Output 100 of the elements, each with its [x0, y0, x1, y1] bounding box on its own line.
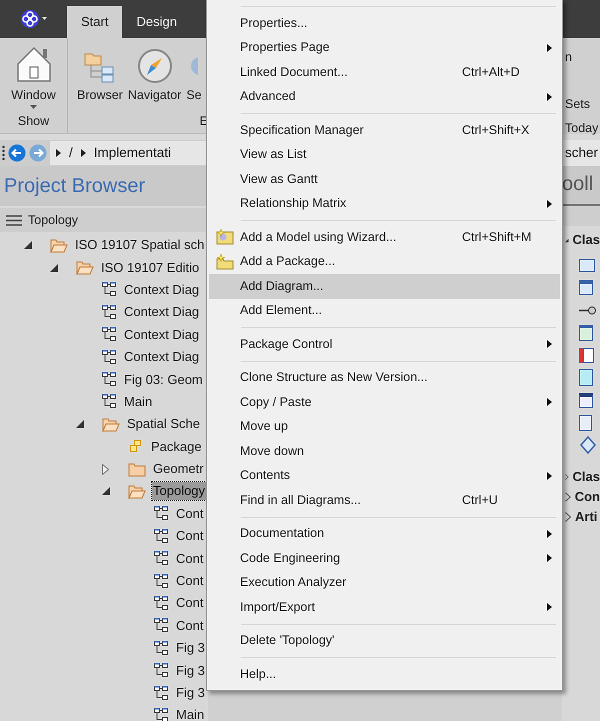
menu-item[interactable]: Move up [209, 414, 560, 439]
menu-item[interactable]: Add Element... [209, 298, 560, 323]
open-folder-icon [102, 416, 120, 432]
ribbon-tab[interactable]: Start [67, 6, 122, 38]
tree-item[interactable]: Cont [175, 616, 204, 635]
tree-item[interactable]: Cont [175, 572, 204, 590]
menu-item[interactable]: Add a Model using Wizard... Ctrl+Shift+M [209, 225, 560, 250]
class-tool-icon[interactable] [579, 280, 593, 296]
tree-item[interactable]: Topology [152, 482, 206, 500]
menu-item[interactable]: Delete 'Topology' [209, 628, 560, 653]
toolbox-section-header[interactable]: Clas [572, 466, 600, 486]
ribbon-button[interactable]: Browser [76, 42, 124, 112]
menu-item[interactable]: Specification Manager Ctrl+Shift+X [209, 118, 560, 142]
diagram-icon [154, 640, 169, 656]
tree-item[interactable]: Cont [175, 550, 204, 568]
menu-item[interactable]: Add Diagram... [209, 274, 560, 298]
breadcrumb-arrow-icon[interactable] [80, 149, 86, 157]
diagram-icon [154, 574, 169, 589]
tree-item[interactable]: Cont [175, 527, 204, 546]
menu-item[interactable]: Documentation [209, 522, 560, 546]
tree-item[interactable]: Fig 3 [175, 662, 206, 680]
toolbox-section-header[interactable]: Clas [572, 230, 600, 250]
diagram-icon [102, 372, 117, 388]
menu-item[interactable]: View as List [209, 142, 560, 167]
package-icon [128, 439, 144, 454]
submenu-arrow-icon [547, 44, 552, 52]
menu-icon[interactable] [6, 214, 22, 226]
compass-icon [136, 48, 173, 84]
tree-item[interactable]: ISO 19107 Editio [100, 258, 200, 277]
breadcrumb-item[interactable]: scher [565, 142, 598, 164]
submenu-arrow-icon [547, 398, 552, 406]
tree-item[interactable]: Context Diag [123, 348, 200, 366]
browser-header-label: Topology [28, 212, 78, 229]
breadcrumb-item[interactable]: / [69, 142, 73, 164]
ribbon-tab[interactable]: Design [122, 6, 191, 38]
tree-item[interactable]: Context Diag [123, 326, 200, 344]
tree-item[interactable]: Geometr [152, 460, 205, 478]
expand-arrow-icon[interactable] [102, 464, 109, 475]
class-tool-icon[interactable] [579, 369, 593, 386]
tree-item[interactable]: Cont [175, 594, 204, 612]
folder-tool-icon[interactable] [579, 258, 595, 272]
diamond-tool-icon[interactable] [579, 436, 597, 454]
tree-item[interactable]: Package [150, 438, 203, 456]
diagram-icon [102, 304, 117, 320]
enumeration-tool-icon[interactable] [579, 348, 594, 363]
table-tool-icon[interactable] [579, 324, 593, 341]
tree-item[interactable]: Spatial Sche [126, 415, 201, 434]
toolbox-section-header[interactable]: Arti [575, 506, 598, 526]
menu-item[interactable]: Package Control [209, 332, 560, 356]
collapse-arrow-icon[interactable] [102, 487, 110, 496]
interface-tool-icon[interactable] [579, 306, 596, 315]
menu-item[interactable]: Properties... [209, 11, 560, 36]
menu-item[interactable]: Contents [209, 464, 560, 488]
submenu-arrow-icon [547, 530, 552, 538]
toolbox-section-header[interactable]: Con [574, 486, 600, 506]
tree-item[interactable]: Context Diag [123, 303, 200, 322]
ribbon-button[interactable]: Window [10, 42, 57, 112]
menu-item[interactable]: Import/Export [209, 595, 560, 620]
breadcrumb-item[interactable]: Implementati [94, 142, 172, 164]
menu-item[interactable]: Execution Analyzer [209, 570, 560, 595]
breadcrumb-arrow-icon[interactable] [56, 149, 61, 157]
menu-item[interactable]: Find in all Diagrams... Ctrl+U [209, 488, 560, 512]
form-tool-icon[interactable] [579, 392, 593, 408]
tree-item[interactable]: ISO 19107 Spatial sch [74, 236, 206, 254]
app-logo-icon[interactable] [20, 8, 48, 30]
back-button-icon[interactable] [8, 144, 26, 162]
ribbon-button[interactable]: Se [185, 42, 203, 112]
tree-item[interactable]: Cont [175, 504, 204, 523]
menu-item[interactable]: Help... [209, 662, 560, 686]
menu-item[interactable]: Advanced [209, 84, 560, 109]
collapse-arrow-icon[interactable] [24, 241, 32, 250]
tree-item[interactable]: Fig 03: Geom [123, 370, 204, 389]
panel-title: Project Browser [4, 174, 146, 199]
menu-item[interactable]: Move down [209, 439, 560, 464]
wizard-folder-icon [216, 229, 234, 246]
tree-item[interactable]: Context Diag [123, 280, 200, 299]
menu-item[interactable]: Clone Structure as New Version... [209, 366, 560, 390]
signal-tool-icon[interactable] [579, 414, 592, 431]
collapse-arrow-icon[interactable] [50, 264, 58, 272]
collapse-arrow-icon[interactable] [76, 420, 84, 428]
menu-item[interactable]: Add a Package... [209, 250, 560, 274]
menu-item[interactable]: Code Engineering [209, 546, 560, 570]
diagram-icon [154, 686, 169, 700]
menu-item[interactable]: View as Gantt [209, 167, 560, 192]
new-folder-icon [216, 254, 234, 270]
tree-item[interactable]: Main [175, 706, 206, 721]
diagram-icon [102, 350, 117, 365]
tree-item[interactable]: Fig 3 [175, 639, 206, 658]
submenu-arrow-icon [547, 472, 552, 480]
diagram-icon [102, 282, 117, 298]
tree-item[interactable]: Main [123, 392, 154, 411]
tree-item[interactable]: Fig 3 [175, 684, 206, 702]
diagram-icon [154, 528, 169, 544]
ribbon-button[interactable]: Navigator [126, 42, 182, 112]
menu-item[interactable]: Linked Document... Ctrl+Alt+D [209, 60, 560, 84]
menu-item[interactable]: Properties Page [209, 36, 560, 60]
menu-item[interactable]: Relationship Matrix [209, 192, 560, 216]
menu-item[interactable]: Copy / Paste [209, 390, 560, 414]
collapse-arrow-icon[interactable] [565, 236, 569, 244]
grip-icon [2, 145, 5, 161]
